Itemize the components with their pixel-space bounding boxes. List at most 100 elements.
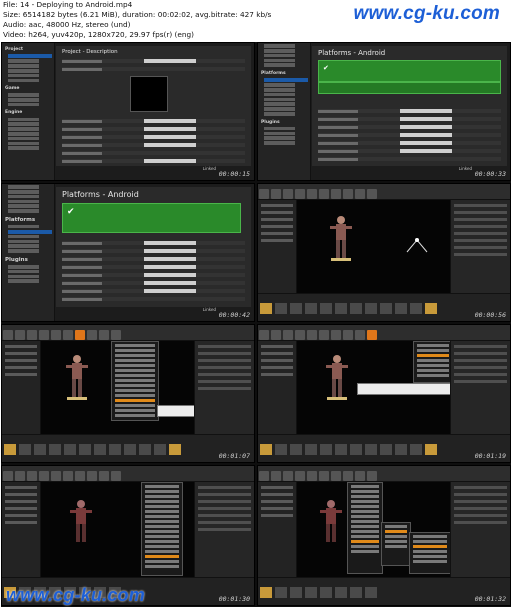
sidebar-item	[264, 126, 296, 131]
details-panel	[194, 341, 254, 434]
setting-row	[62, 67, 245, 71]
setting-row	[318, 125, 501, 129]
settings-panel: Platforms - Android ✔	[56, 187, 251, 307]
sidebar-item	[264, 44, 296, 48]
sidebar-heading: Plugins	[261, 119, 280, 125]
configured-banner: ✔	[318, 60, 501, 82]
setting-row	[62, 297, 245, 301]
android-format-submenu[interactable]	[409, 532, 451, 574]
sidebar-heading: Platforms	[261, 70, 286, 76]
sidebar-item	[8, 122, 40, 126]
setting-row	[62, 257, 245, 261]
setting-row	[62, 59, 245, 63]
setting-row	[318, 133, 501, 137]
sidebar-heading: Engine	[5, 110, 23, 116]
sidebar-item	[264, 78, 309, 83]
sidebar-item	[8, 189, 40, 194]
sidebar-item	[264, 48, 296, 53]
sidebar-item	[8, 234, 40, 239]
sidebar-item	[264, 102, 296, 106]
sidebar-item	[8, 264, 40, 269]
thumbnail-8: 00:01:32	[257, 465, 511, 606]
sidebar-item	[264, 107, 296, 111]
video-info-line: Video: h264, yuv420p, 1280x720, 29.97 fp…	[3, 30, 194, 39]
check-icon: ✔	[323, 64, 329, 72]
thumbnail-2: Platforms Plugins Platforms - Android ✔	[257, 42, 511, 181]
timestamp: 00:00:33	[474, 170, 506, 178]
launch-dropdown[interactable]	[413, 341, 453, 383]
details-panel	[194, 482, 254, 577]
sidebar-item	[8, 199, 40, 204]
package-submenu[interactable]	[381, 522, 411, 566]
timestamp: 00:00:56	[474, 311, 506, 319]
sidebar-item	[8, 98, 40, 102]
setting-row	[62, 273, 245, 277]
content-browser	[2, 434, 254, 462]
tooltip	[357, 383, 463, 395]
sidebar-item	[264, 92, 296, 97]
settings-dropdown[interactable]	[111, 341, 159, 421]
project-thumbnail	[130, 76, 168, 112]
setting-row	[62, 119, 245, 123]
sidebar-item	[8, 229, 53, 234]
sidebar-item	[8, 131, 40, 136]
modes-panel	[2, 341, 41, 434]
setting-row	[62, 143, 245, 147]
sidebar-item	[264, 58, 296, 63]
sidebar-item	[8, 185, 40, 189]
setting-row	[318, 109, 501, 113]
sidebar-item	[8, 93, 40, 97]
setting-row	[62, 241, 245, 245]
setting-row	[62, 281, 245, 285]
check-icon: ✔	[67, 207, 75, 217]
watermark-bottom: www.cg-ku.com	[6, 585, 145, 605]
light-gizmo-icon	[406, 238, 428, 253]
settings-panel: Project - Description	[56, 46, 251, 166]
level-viewport	[297, 482, 451, 577]
thumbnail-1: Project Game Engine Project - Descriptio…	[1, 42, 255, 181]
settings-sidebar: Project Game Engine	[2, 43, 55, 180]
sidebar-item	[8, 279, 40, 283]
configured-banner	[318, 82, 501, 94]
sidebar-heading: Game	[5, 86, 20, 92]
sidebar-item	[8, 127, 40, 131]
setting-row	[62, 135, 245, 139]
brand-mark: Linked	[202, 307, 216, 312]
setting-row	[62, 127, 245, 131]
modes-panel	[258, 482, 297, 577]
setting-row	[318, 117, 501, 121]
watermark-top: www.cg-ku.com	[353, 3, 500, 24]
timestamp: 00:01:30	[218, 595, 250, 603]
sidebar-item	[264, 141, 296, 145]
sidebar-item	[8, 64, 40, 68]
brand-mark: Linked	[458, 166, 472, 171]
sidebar-item	[264, 83, 296, 87]
timestamp: 00:00:15	[218, 170, 250, 178]
timestamp: 00:00:42	[218, 311, 250, 319]
sidebar-item	[8, 59, 40, 63]
setting-row	[318, 141, 501, 145]
sidebar-heading: Project	[5, 47, 24, 52]
thumbnail-grid: Project Game Engine Project - Descriptio…	[1, 42, 511, 607]
editor-toolbar	[258, 325, 510, 341]
sidebar-item	[264, 53, 296, 58]
level-viewport	[297, 200, 450, 293]
modes-panel	[258, 200, 297, 293]
sidebar-item	[264, 136, 296, 140]
file-menu[interactable]	[141, 482, 183, 576]
file-menu[interactable]	[347, 482, 383, 574]
content-browser	[258, 293, 510, 321]
sidebar-heading: Platforms	[5, 216, 36, 223]
sidebar-item	[8, 141, 40, 146]
modes-panel	[258, 341, 297, 434]
sidebar-item	[8, 239, 40, 244]
setting-row	[62, 289, 245, 293]
configured-banner: ✔	[62, 203, 241, 233]
character-model	[320, 500, 342, 542]
sidebar-item	[264, 88, 296, 92]
timestamp: 00:01:32	[474, 595, 506, 603]
timestamp: 00:01:07	[218, 452, 250, 460]
sidebar-heading: Plugins	[5, 256, 28, 263]
thumbnail-6: 00:01:19	[257, 324, 511, 463]
level-viewport	[297, 341, 463, 434]
